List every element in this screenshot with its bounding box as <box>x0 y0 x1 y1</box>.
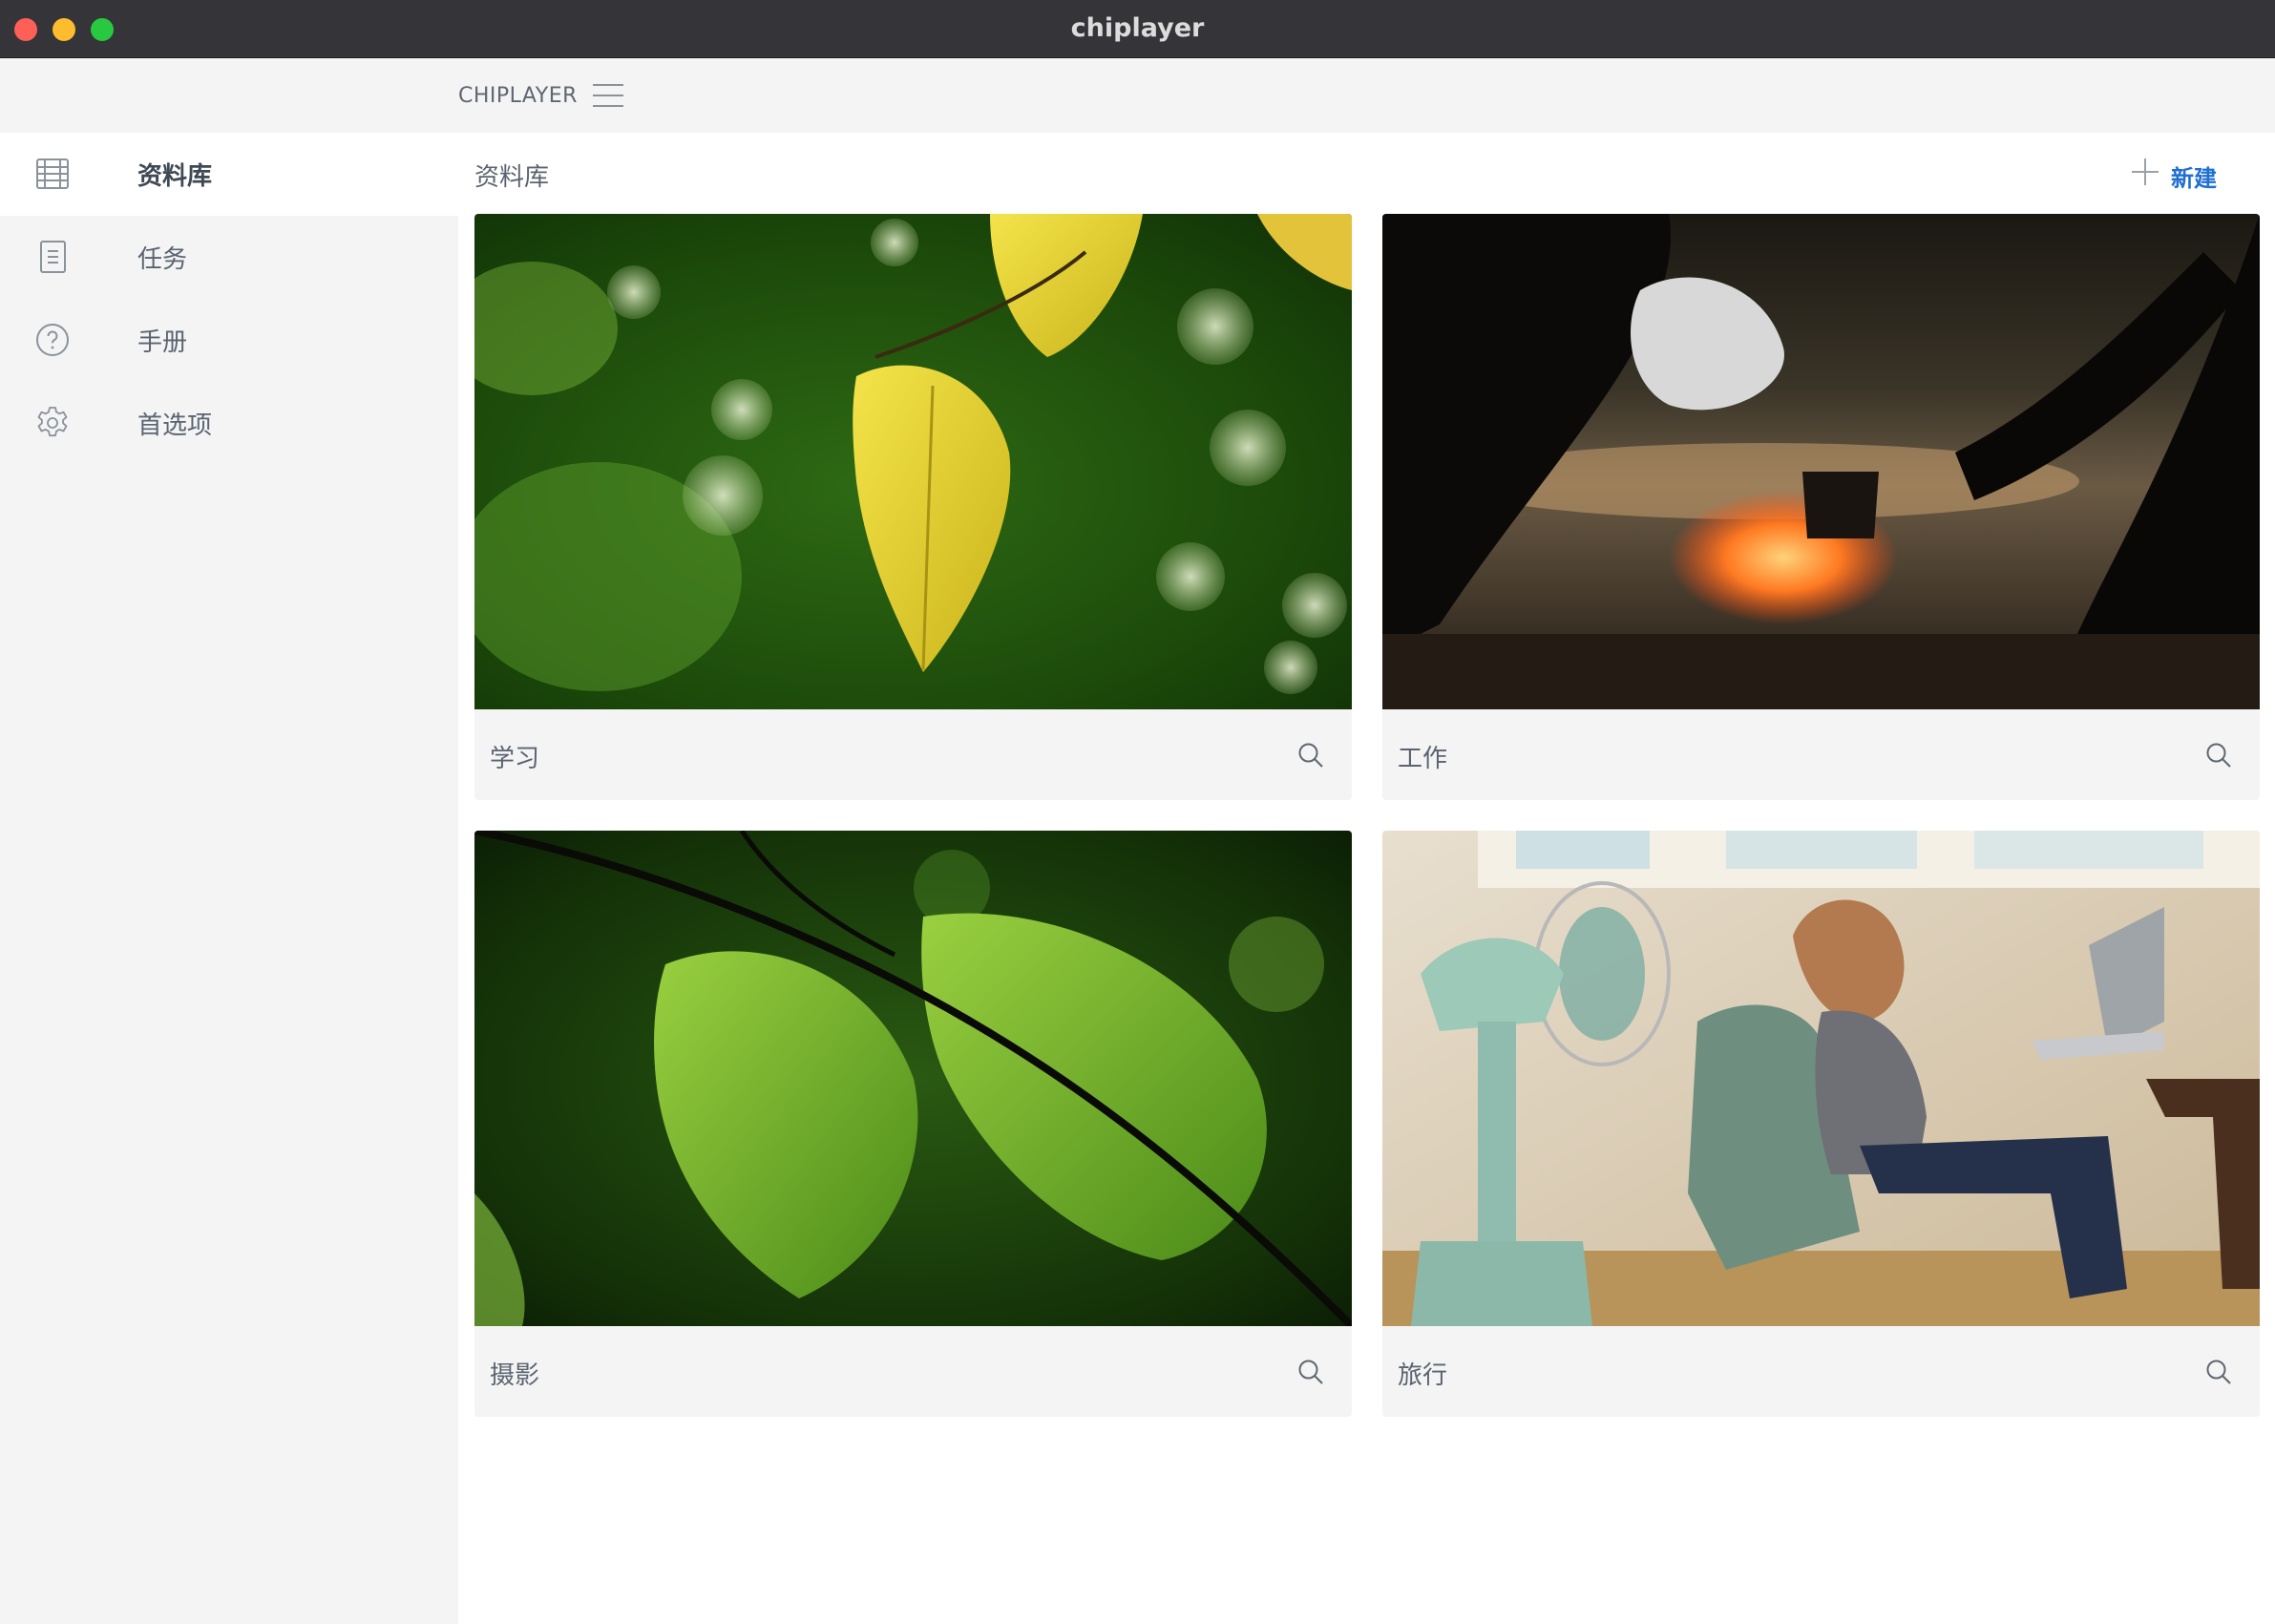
library-card[interactable]: 旅行 <box>1382 831 2260 1417</box>
new-button[interactable]: 新建 <box>2131 154 2245 192</box>
card-footer: 学习 <box>474 709 1352 800</box>
sidebar-item-label: 手册 <box>137 328 188 357</box>
card-title: 工作 <box>1398 745 1448 773</box>
card-footer: 旅行 <box>1382 1326 2260 1417</box>
hamburger-menu-icon[interactable] <box>591 81 625 110</box>
page-title: 资料库 <box>474 163 550 192</box>
sidebar-item-library[interactable]: 资料库 <box>0 133 458 216</box>
woman-laptop-fan-photo <box>1382 831 2260 1326</box>
main-content: 资料库 新建 学习 工作 摄影 旅行 <box>458 133 2275 1624</box>
search-icon[interactable] <box>2204 741 2233 770</box>
help-circle-icon <box>36 324 69 356</box>
card-footer: 摄影 <box>474 1326 1352 1417</box>
app-window: chiplayer 资料库 任务 手册 首选项 CHIPLAYER 资料库 新建… <box>0 0 2275 1624</box>
card-title: 旅行 <box>1398 1361 1448 1390</box>
sidebar-item-tasks[interactable]: 任务 <box>0 216 458 299</box>
sidebar-item-label: 任务 <box>137 245 188 274</box>
document-icon <box>40 241 66 273</box>
brand-label: CHIPLAYER <box>458 84 578 108</box>
card-footer: 工作 <box>1382 709 2260 800</box>
yellow-leaves-bokeh-photo <box>474 214 1352 709</box>
green-leaves-branch-photo <box>474 831 1352 1326</box>
title-bar: chiplayer <box>0 0 2275 58</box>
card-title: 摄影 <box>490 1361 540 1390</box>
plus-icon <box>2132 158 2159 185</box>
card-title: 学习 <box>490 745 540 773</box>
campfire-kettle-photo <box>1382 214 2260 709</box>
sidebar-item-manual[interactable]: 手册 <box>0 299 458 382</box>
window-title: chiplayer <box>1070 13 1205 43</box>
sidebar-header <box>0 58 458 133</box>
top-header: CHIPLAYER <box>458 58 2275 133</box>
sidebar-item-label: 资料库 <box>137 162 213 191</box>
search-icon[interactable] <box>2204 1358 2233 1386</box>
sidebar: 资料库 任务 手册 首选项 <box>0 58 458 1624</box>
library-card[interactable]: 摄影 <box>474 831 1352 1417</box>
library-card[interactable]: 学习 <box>474 214 1352 800</box>
gear-icon <box>37 407 68 437</box>
search-icon[interactable] <box>1296 741 1325 770</box>
library-card[interactable]: 工作 <box>1382 214 2260 800</box>
sidebar-item-preferences[interactable]: 首选项 <box>0 382 458 465</box>
search-icon[interactable] <box>1296 1358 1325 1386</box>
new-button-label: 新建 <box>2171 165 2217 192</box>
sidebar-item-label: 首选项 <box>137 411 213 440</box>
library-grid-icon <box>36 158 69 189</box>
